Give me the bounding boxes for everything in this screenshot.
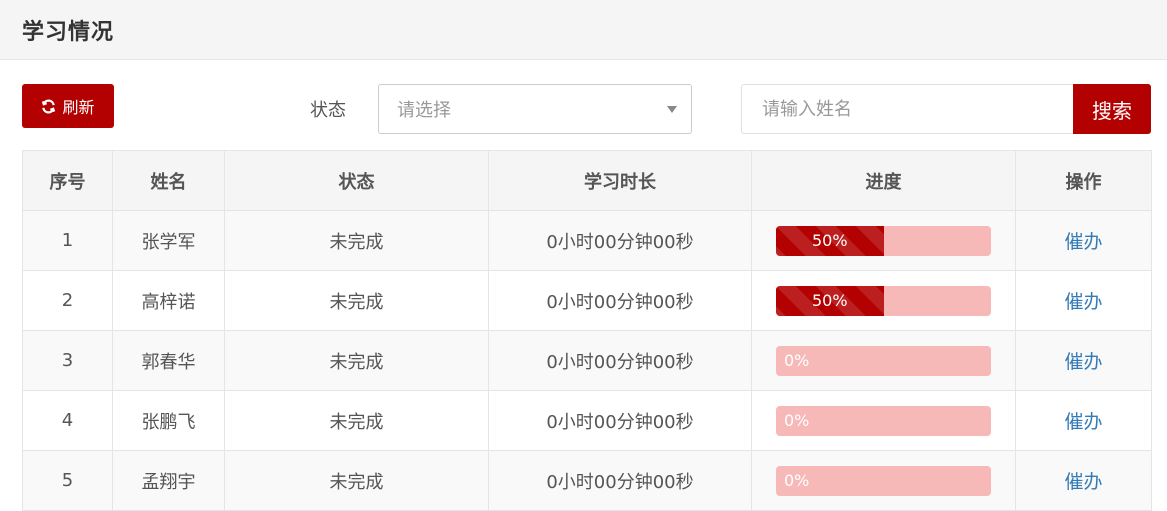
row-duration: 0小时00分钟00秒 — [488, 390, 752, 451]
progress-bar-track: 50% — [776, 285, 991, 316]
row-action-cell: 催办 — [1015, 210, 1152, 271]
column-header-index: 序号 — [22, 150, 113, 211]
row-progress-cell: 0% — [751, 450, 1016, 511]
progress-label: 50% — [811, 291, 848, 310]
row-action-cell: 催办 — [1015, 270, 1152, 331]
row-progress-cell: 50% — [751, 210, 1016, 271]
progress-label: 0% — [784, 350, 810, 370]
row-duration: 0小时00分钟00秒 — [488, 210, 752, 271]
column-header-action: 操作 — [1015, 150, 1152, 211]
progress-label: 0% — [784, 410, 810, 430]
toolbar: 刷新 状态 请选择 搜索 — [0, 60, 1167, 150]
status-select[interactable]: 请选择 — [378, 84, 692, 134]
refresh-icon — [41, 99, 56, 114]
row-status: 未完成 — [224, 390, 489, 451]
column-header-duration: 学习时长 — [488, 150, 752, 211]
study-table-wrapper: 序号 姓名 状态 学习时长 进度 操作 1 张学军 未完成 0小时00分钟00秒… — [22, 150, 1152, 511]
status-filter-label: 状态 — [310, 100, 346, 121]
row-index: 3 — [22, 330, 113, 391]
urge-link[interactable]: 催办 — [1064, 291, 1102, 313]
row-progress-cell: 0% — [751, 330, 1016, 391]
progress-bar-track: 0% — [776, 345, 991, 376]
page-title: 学习情况 — [22, 19, 115, 45]
urge-link[interactable]: 催办 — [1064, 411, 1102, 433]
row-status: 未完成 — [224, 330, 489, 391]
urge-link[interactable]: 催办 — [1064, 471, 1102, 493]
progress-bar-track: 50% — [776, 225, 991, 256]
row-progress-cell: 0% — [751, 390, 1016, 451]
row-index: 4 — [22, 390, 113, 451]
row-status: 未完成 — [224, 270, 489, 331]
row-action-cell: 催办 — [1015, 330, 1152, 391]
row-name: 张学军 — [112, 210, 225, 271]
urge-link[interactable]: 催办 — [1064, 231, 1102, 253]
progress-bar-track: 0% — [776, 465, 991, 496]
row-name: 孟翔宇 — [112, 450, 225, 511]
table-row: 3 郭春华 未完成 0小时00分钟00秒 0% 催办 — [22, 330, 1152, 391]
search-button[interactable]: 搜索 — [1073, 84, 1151, 134]
row-index: 1 — [22, 210, 113, 271]
row-status: 未完成 — [224, 210, 489, 271]
table-row: 5 孟翔宇 未完成 0小时00分钟00秒 0% 催办 — [22, 450, 1152, 511]
column-header-status: 状态 — [224, 150, 489, 211]
row-action-cell: 催办 — [1015, 450, 1152, 511]
row-name: 郭春华 — [112, 330, 225, 391]
progress-bar-fill: 50% — [776, 285, 884, 316]
row-name: 张鹏飞 — [112, 390, 225, 451]
row-status: 未完成 — [224, 450, 489, 511]
row-index: 5 — [22, 450, 113, 511]
row-action-cell: 催办 — [1015, 390, 1152, 451]
status-select-value: 请选择 — [397, 100, 451, 121]
row-index: 2 — [22, 270, 113, 331]
progress-label: 50% — [811, 231, 848, 250]
row-name: 高梓诺 — [112, 270, 225, 331]
column-header-progress: 进度 — [751, 150, 1016, 211]
progress-bar-fill: 50% — [776, 225, 884, 256]
table-row: 2 高梓诺 未完成 0小时00分钟00秒 50% 催办 — [22, 270, 1152, 331]
progress-label: 0% — [784, 470, 810, 490]
page-header: 学习情况 — [0, 0, 1167, 60]
table-row: 4 张鹏飞 未完成 0小时00分钟00秒 0% 催办 — [22, 390, 1152, 451]
row-duration: 0小时00分钟00秒 — [488, 450, 752, 511]
caret-down-icon — [667, 106, 677, 113]
refresh-button[interactable]: 刷新 — [22, 84, 114, 128]
table-header-row: 序号 姓名 状态 学习时长 进度 操作 — [22, 150, 1152, 211]
name-search-input[interactable] — [741, 84, 1074, 134]
row-duration: 0小时00分钟00秒 — [488, 330, 752, 391]
study-table: 序号 姓名 状态 学习时长 进度 操作 1 张学军 未完成 0小时00分钟00秒… — [22, 150, 1152, 511]
column-header-name: 姓名 — [112, 150, 225, 211]
row-progress-cell: 50% — [751, 270, 1016, 331]
refresh-button-label: 刷新 — [62, 98, 95, 117]
urge-link[interactable]: 催办 — [1064, 351, 1102, 373]
progress-bar-track: 0% — [776, 405, 991, 436]
row-duration: 0小时00分钟00秒 — [488, 270, 752, 331]
table-row: 1 张学军 未完成 0小时00分钟00秒 50% 催办 — [22, 210, 1152, 271]
